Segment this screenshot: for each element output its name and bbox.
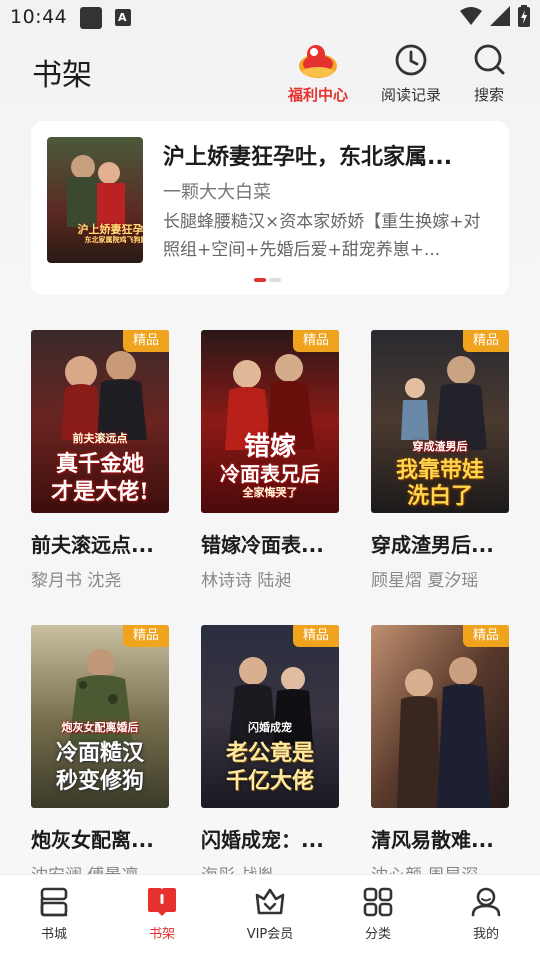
premium-badge: 精品 (293, 330, 339, 352)
book-item[interactable]: 精品 错嫁 冷面表兄后 全家悔哭了 错嫁冷面表... 林诗诗 陆昶 (201, 330, 339, 591)
battery-icon (518, 5, 530, 27)
nav-bookshelf[interactable]: 书架 (108, 875, 216, 960)
carousel-dot (269, 278, 281, 282)
premium-badge: 精品 (463, 625, 509, 647)
bookshelf-icon (148, 888, 176, 916)
book-title: 闪婚成宠：... (201, 828, 324, 852)
signal-icon (490, 6, 510, 26)
clock-icon (395, 44, 427, 76)
book-title: 炮灰女配离... (31, 828, 154, 852)
search-label: 搜索 (473, 86, 504, 104)
nav-vip[interactable]: VIP会员 (216, 875, 324, 960)
welfare-center-label: 福利中心 (287, 86, 348, 104)
cover-small-text: 前夫滚远点 (72, 432, 128, 445)
carousel-indicator (254, 278, 281, 282)
book-title: 前夫滚远点... (31, 533, 154, 557)
profile-icon (471, 887, 501, 917)
cover-title-line2: 千亿大佬 (225, 768, 314, 794)
reading-history-label: 阅读记录 (380, 86, 441, 104)
book-cover[interactable]: 精品 闪婚成宠 老公竟是 千亿大佬 (201, 625, 339, 808)
carousel-dot-active (254, 278, 266, 282)
premium-badge: 精品 (123, 330, 169, 352)
welfare-center-button[interactable]: 福利中心 (278, 40, 358, 105)
category-grid-icon (363, 887, 393, 917)
nav-bookshelf-label: 书架 (148, 927, 175, 942)
cover-title-line2: 才是大佬! (51, 479, 149, 505)
search-button[interactable]: 搜索 (449, 40, 529, 105)
nav-bookstore[interactable]: 书城 (0, 875, 108, 960)
wifi-icon (460, 7, 482, 25)
welfare-gift-icon (299, 45, 337, 78)
page-title: 书架 (32, 58, 92, 93)
book-authors: 顾星熠 夏汐瑶 (371, 571, 479, 591)
premium-badge: 精品 (123, 625, 169, 647)
featured-author: 一颗大大白菜 (163, 182, 271, 203)
vip-crown-icon (255, 888, 285, 915)
nav-bookstore-label: 书城 (40, 927, 67, 942)
featured-cover-subtitle: 东北家属院鸡飞狗跳 (84, 235, 144, 244)
notification-icon (80, 7, 102, 29)
book-item[interactable]: 精品 清风易散难... 沈心颜 周昱深 (371, 625, 509, 886)
cover-small-text: 全家悔哭了 (242, 486, 298, 499)
book-cover[interactable]: 精品 穿成渣男后 我靠带娃 洗白了 (371, 330, 509, 513)
book-store-icon (40, 887, 68, 917)
nav-profile-label: 我的 (472, 927, 499, 942)
featured-title[interactable]: 沪上娇妻狂孕吐，东北家属... (163, 139, 493, 171)
search-icon (474, 44, 505, 75)
featured-description: 长腿蜂腰糙汉×资本家娇娇【重生换嫁+对照组+空间+先婚后爱+甜宠养崽+... (163, 212, 481, 260)
book-title: 穿成渣男后... (371, 533, 494, 557)
book-cover[interactable]: 精品 (371, 625, 509, 808)
bottom-navigation: 书城 书架 VIP会员 分类 我的 (0, 874, 540, 960)
featured-cover[interactable]: 沪上娇妻狂孕吐 东北家属院鸡飞狗跳 (47, 137, 143, 263)
featured-banner[interactable]: 沪上娇妻狂孕吐 东北家属院鸡飞狗跳 沪上娇妻狂孕吐，东北家属... 一颗大大白菜… (31, 121, 509, 295)
book-cover[interactable]: 精品 炮灰女配离婚后 冷面糙汉 秒变修狗 (31, 625, 169, 808)
header: 书架 福利中心 阅读记录 搜索 (0, 36, 540, 106)
book-item[interactable]: 精品 炮灰女配离婚后 冷面糙汉 秒变修狗 炮灰女配离... 沈安澜 傅景凛 (31, 625, 169, 886)
status-icons (460, 5, 530, 27)
book-title: 错嫁冷面表... (201, 533, 324, 557)
book-cover[interactable]: 精品 错嫁 冷面表兄后 全家悔哭了 (201, 330, 339, 513)
status-bar: 10:44 A (0, 0, 540, 36)
book-item[interactable]: 精品 前夫滚远点 真千金她 才是大佬! 前夫滚远点... 黎月书 沈尧 (31, 330, 169, 591)
book-cover[interactable]: 精品 前夫滚远点 真千金她 才是大佬! (31, 330, 169, 513)
nav-category[interactable]: 分类 (324, 875, 432, 960)
cover-title-line2: 洗白了 (406, 483, 473, 509)
cover-title-line2: 秒变修狗 (55, 768, 144, 794)
book-item[interactable]: 精品 闪婚成宠 老公竟是 千亿大佬 闪婚成宠：... 海彤 战胤 (201, 625, 339, 886)
reading-history-button[interactable]: 阅读记录 (371, 40, 451, 105)
cover-small-text: 炮灰女配离婚后 (61, 721, 139, 734)
premium-badge: 精品 (463, 330, 509, 352)
book-item[interactable]: 精品 穿成渣男后 我靠带娃 洗白了 穿成渣男后... 顾星熠 夏汐瑶 (371, 330, 509, 591)
premium-badge: 精品 (293, 625, 339, 647)
nav-category-label: 分类 (364, 927, 391, 942)
book-title: 清风易散难... (371, 828, 494, 852)
nav-profile[interactable]: 我的 (432, 875, 540, 960)
cover-small-text: 闪婚成宠 (248, 721, 292, 734)
status-time: 10:44 (10, 6, 68, 28)
nav-vip-label: VIP会员 (246, 927, 294, 942)
book-authors: 林诗诗 陆昶 (201, 571, 292, 591)
cover-title-line2: 冷面表兄后 (220, 462, 320, 486)
app-notification-icon: A (115, 9, 131, 26)
book-authors: 黎月书 沈尧 (31, 571, 122, 591)
